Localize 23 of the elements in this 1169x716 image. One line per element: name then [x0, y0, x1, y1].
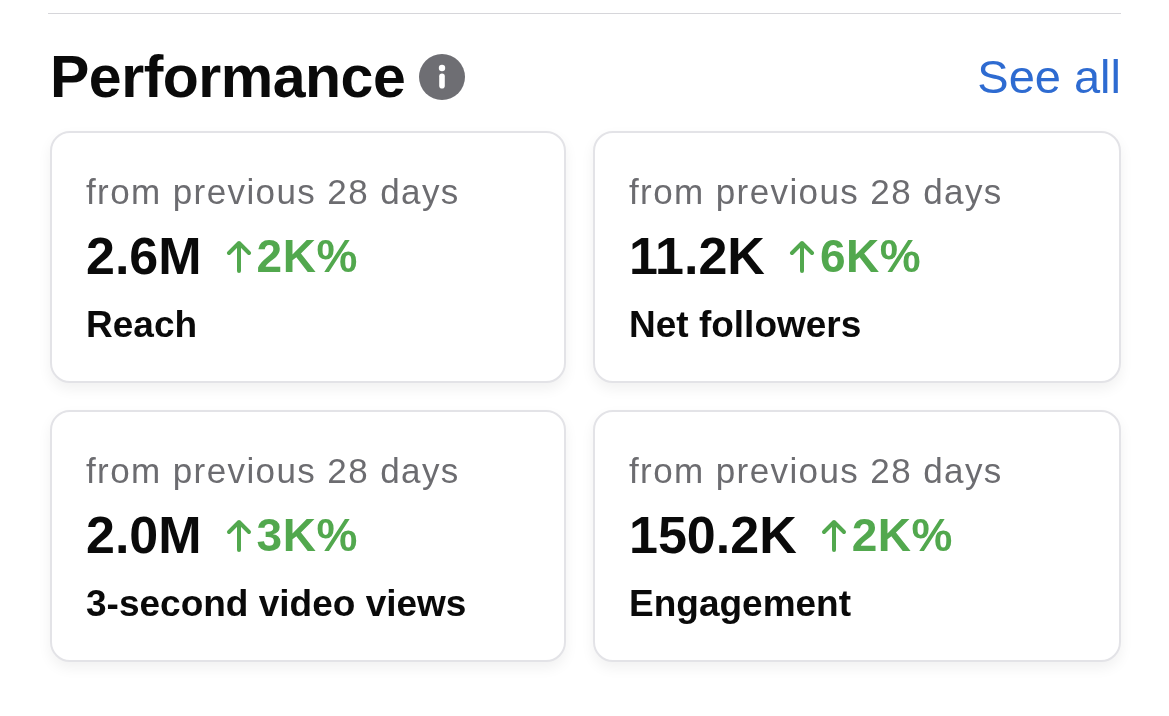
change-percent: 2K%: [851, 508, 953, 562]
metric-value: 2.0M: [86, 508, 202, 562]
metric-card[interactable]: from previous 28 days 150.2K 2K% Engagement: [593, 410, 1121, 662]
metric-value: 150.2K: [629, 508, 797, 562]
info-icon[interactable]: [419, 53, 466, 100]
period-label: from previous 28 days: [86, 171, 461, 213]
period-label: from previous 28 days: [629, 450, 1004, 492]
change-percent: 6K%: [819, 229, 922, 283]
metric-value: 2.6M: [86, 229, 202, 283]
change-percent: 2K%: [256, 229, 358, 283]
metric-card[interactable]: from previous 28 days 2.0M 3K% 3-second video views: [50, 410, 566, 662]
section-title: Performance: [50, 45, 406, 108]
metric-value: 11.2K: [629, 229, 765, 283]
period-label: from previous 28 days: [629, 171, 1004, 213]
metric-card[interactable]: from previous 28 days 2.6M 2K% Reach: [50, 131, 566, 383]
metric-label: 3-second video views: [86, 582, 468, 626]
change-percent: 3K%: [256, 508, 358, 562]
period-label: from previous 28 days: [86, 450, 461, 492]
metric-label: Reach: [86, 303, 199, 347]
metric-label: Net followers: [629, 303, 863, 347]
see-all-link[interactable]: See all: [977, 48, 1121, 105]
metric-label: Engagement: [629, 582, 853, 626]
metric-card[interactable]: from previous 28 days 11.2K 6K% Net followers: [593, 131, 1121, 383]
